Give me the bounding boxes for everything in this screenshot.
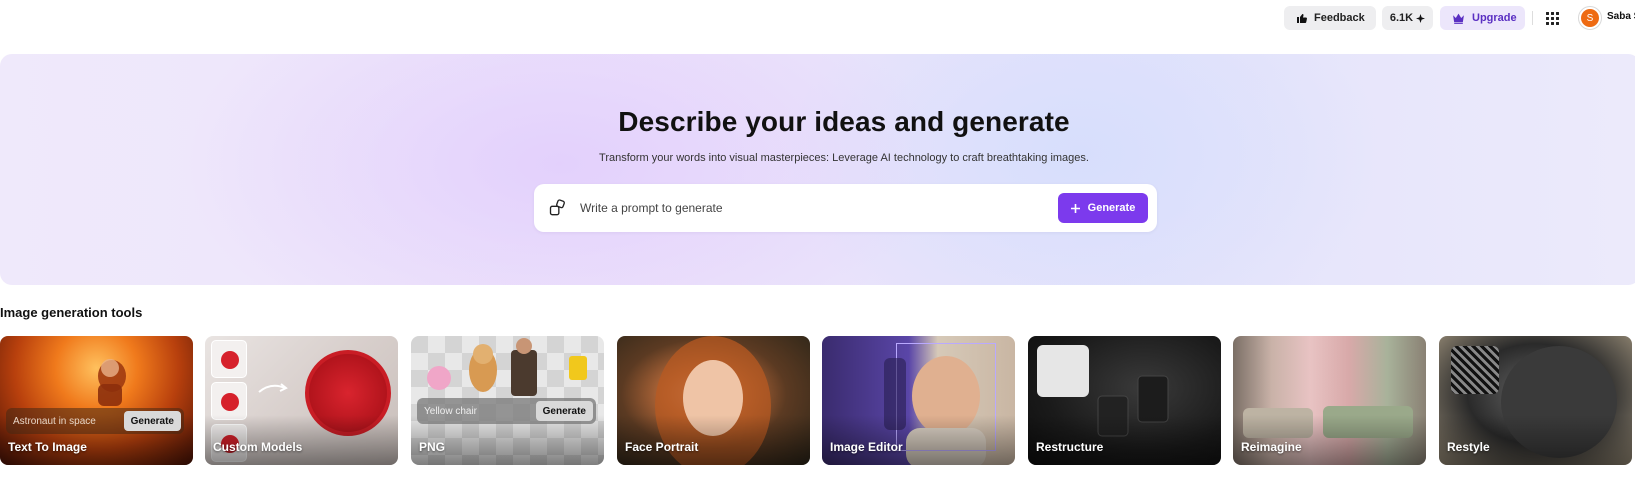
card-label: Face Portrait: [625, 440, 699, 454]
hero-subtitle: Transform your words into visual masterp…: [599, 152, 1089, 164]
tool-card-png[interactable]: Yellow chair Generate PNG: [411, 336, 604, 465]
card-label: Image Editor: [830, 440, 903, 454]
arrow-icon: [258, 383, 288, 393]
card-generate-button[interactable]: Generate: [123, 411, 181, 431]
card-label: Custom Models: [213, 440, 303, 454]
hero-title: Describe your ideas and generate: [618, 106, 1070, 137]
tool-card-reimagine[interactable]: Reimagine: [1233, 336, 1426, 465]
watch-image: [305, 350, 391, 436]
editor-toolbar: [884, 358, 906, 430]
top-bar: Feedback 6.1K Upgrade S Saba S: [0, 6, 1635, 30]
section-title: Image generation tools: [0, 305, 143, 320]
tool-cards: Astronaut in space Generate Text To Imag…: [0, 336, 1635, 465]
tool-card-text-to-image[interactable]: Astronaut in space Generate Text To Imag…: [0, 336, 193, 465]
credits-count: 6.1K: [1389, 12, 1414, 24]
feedback-button[interactable]: Feedback: [1284, 6, 1376, 30]
tool-card-custom-models[interactable]: Custom Models: [205, 336, 398, 465]
sparkle-icon: [1416, 13, 1426, 23]
plus-icon: [1070, 203, 1080, 213]
tool-card-restructure[interactable]: Restructure: [1028, 336, 1221, 465]
crown-icon: [1453, 13, 1464, 24]
card-generate-button[interactable]: Generate: [535, 401, 593, 421]
sample-prompt: Astronaut in space: [13, 415, 96, 427]
hero-banner: Describe your ideas and generate Transfo…: [0, 54, 1635, 285]
sample-prompt-field: Yellow chair Generate: [417, 398, 596, 424]
sample-prompt: Yellow chair: [424, 405, 477, 417]
card-label: Restyle: [1447, 440, 1490, 454]
card-label: Reimagine: [1241, 440, 1302, 454]
tool-card-face-portrait[interactable]: Face Portrait: [617, 336, 810, 465]
avatar-initial: S: [1581, 9, 1599, 27]
prompt-input[interactable]: [580, 194, 1000, 222]
user-name[interactable]: Saba S: [1607, 11, 1635, 22]
apps-grid-icon[interactable]: [1544, 10, 1560, 26]
watch-thumbnail: [211, 340, 247, 378]
credits-badge[interactable]: 6.1K: [1382, 6, 1433, 30]
card-label: PNG: [419, 440, 446, 454]
sample-prompt-field: Astronaut in space Generate: [6, 408, 184, 434]
shapes-icon[interactable]: [548, 198, 568, 218]
selection-box: [896, 343, 996, 451]
upgrade-button[interactable]: Upgrade: [1440, 6, 1525, 30]
feedback-label: Feedback: [1314, 12, 1365, 24]
tool-card-image-editor[interactable]: Image Editor: [822, 336, 1015, 465]
card-label: Text To Image: [8, 440, 87, 454]
upgrade-label: Upgrade: [1472, 12, 1517, 24]
generate-label: Generate: [1087, 202, 1136, 214]
card-label: Restructure: [1036, 440, 1104, 454]
generate-button[interactable]: Generate: [1058, 193, 1148, 223]
watch-thumbnail: [211, 382, 247, 420]
divider: [1532, 11, 1533, 25]
tool-card-restyle[interactable]: Restyle: [1439, 336, 1632, 465]
png-objects-illustration: [427, 338, 587, 396]
avatar[interactable]: S: [1578, 6, 1602, 30]
prompt-bar: Generate: [534, 184, 1157, 232]
thumbs-up-icon: [1297, 14, 1307, 23]
